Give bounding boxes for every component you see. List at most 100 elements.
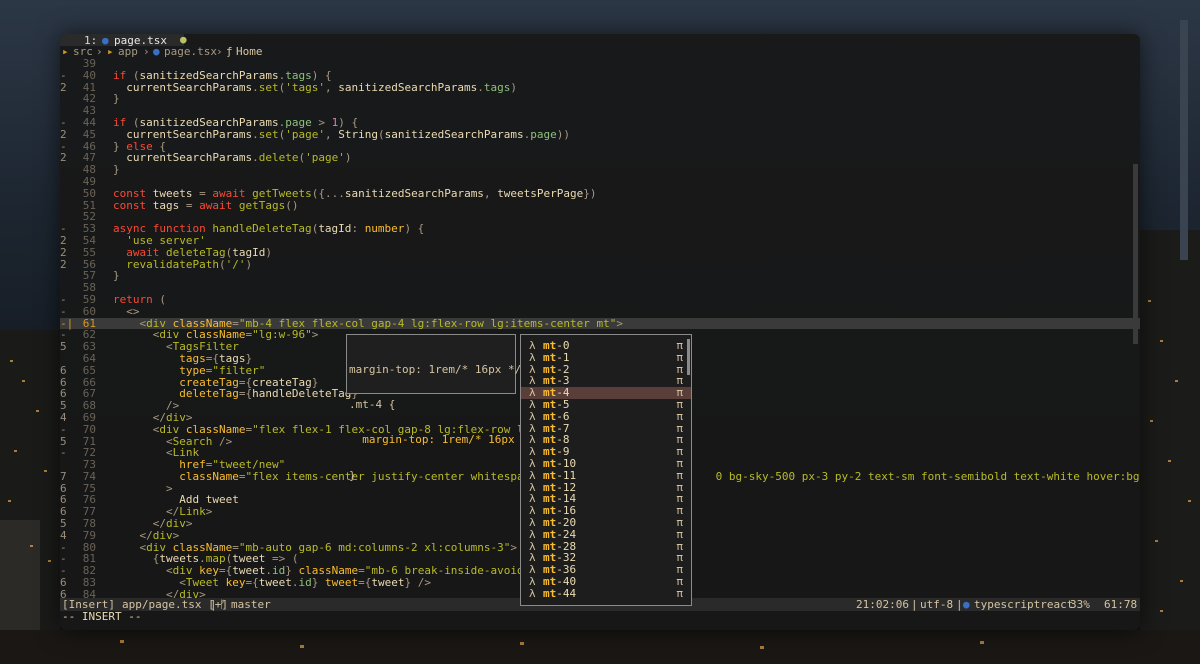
code-text: <> (126, 304, 140, 318)
mode-line: -- INSERT -- (60, 611, 1140, 623)
breadcrumb-app[interactable]: app (118, 46, 138, 58)
doc-line: margin-top: 1rem/* 16px */; (349, 433, 542, 447)
status-position: 61:78 (1104, 598, 1138, 611)
status-branch: master (231, 598, 271, 611)
code-line[interactable]: 51 const tags = await getTags() (60, 198, 1140, 212)
typescript-file-icon: ● (153, 45, 160, 58)
code-text: currentSearchParams.set('tags', sanitize… (126, 80, 518, 94)
code-line[interactable]: 48} (60, 164, 1140, 176)
breadcrumb-file[interactable]: page.tsx (164, 46, 217, 58)
lambda-icon: λ (529, 515, 536, 529)
kind-icon: π (676, 456, 683, 470)
status-separator: | (210, 598, 217, 611)
fold-gutter: 5 (60, 340, 67, 354)
code-line[interactable]: - 59 return ( (60, 294, 1140, 306)
doc-line: .mt-4 { (349, 397, 396, 411)
code-text: } (113, 269, 120, 283)
line-number: 65 (82, 363, 96, 377)
breadcrumb-symbol[interactable]: Home (236, 46, 263, 58)
code-line[interactable]: 42} (60, 93, 1140, 105)
fold-gutter: 4 (60, 528, 67, 542)
doc-line: } (349, 468, 356, 482)
completion-scrollbar[interactable] (687, 339, 690, 375)
kind-icon: π (676, 586, 683, 600)
fold-gutter: 2 (60, 245, 67, 259)
fold-gutter: 7 (60, 469, 67, 483)
lambda-icon: λ (529, 456, 536, 470)
line-number: 49 (82, 174, 96, 188)
status-time: 21:02:06 (856, 598, 909, 611)
status-filetype: typescriptreact (974, 598, 1074, 611)
insert-mode-text: -- INSERT -- (62, 610, 142, 623)
editor-scrollbar[interactable] (1133, 164, 1138, 344)
breadcrumb-separator: › (96, 45, 103, 58)
fold-gutter: 2 (60, 80, 67, 94)
kind-icon: π (676, 397, 683, 411)
breadcrumb: ▸ src › ▸ app › ● page.tsx › ƒ Home (60, 46, 1140, 58)
line-number: 50 (82, 186, 96, 200)
folder-icon: ▸ (107, 45, 114, 58)
code-text: return ( (113, 292, 166, 306)
fold-gutter: 4 (60, 410, 67, 424)
lambda-icon: λ (529, 574, 536, 588)
status-percent: 33% (1070, 598, 1090, 611)
fold-gutter: - (60, 304, 67, 318)
fold-gutter: - (60, 292, 67, 306)
lambda-icon: λ (529, 527, 536, 541)
code-line[interactable]: -53 async function handleDeleteTag(tagId:… (60, 223, 1140, 235)
line-number: 69 (82, 410, 96, 424)
doc-line: margin-top: 1rem/* 16px */; (349, 362, 528, 376)
fold-gutter: 2 (60, 233, 67, 247)
code-text: } (113, 163, 120, 177)
breadcrumb-separator: › (216, 45, 223, 58)
line-number: 44 (82, 115, 96, 129)
line-number: 55 (82, 245, 96, 259)
lambda-icon: λ (529, 397, 536, 411)
lambda-icon: λ (529, 468, 536, 482)
fold-gutter: 2 (60, 127, 67, 141)
line-number: 60 (82, 304, 96, 318)
code-line[interactable]: 2 47 currentSearchParams.delete('page') (60, 152, 1140, 164)
completion-label: mt-44 (543, 586, 577, 600)
code-text: } (113, 92, 120, 106)
documentation-popup: margin-top: 1rem/* 16px */; .mt-4 { marg… (346, 334, 541, 481)
line-number: 74 (82, 469, 96, 483)
fold-gutter: - (60, 422, 67, 436)
code-text: currentSearchParams.delete('page') (126, 151, 352, 165)
function-icon: ƒ (226, 45, 233, 58)
completion-item[interactable]: λ mt-44 π (521, 586, 691, 600)
line-number: 45 (82, 127, 96, 141)
code-text: currentSearchParams.set('page', String(s… (126, 127, 571, 141)
status-separator: | (956, 598, 963, 611)
code-line[interactable]: 2 45 currentSearchParams.set('page', Stri… (60, 127, 1140, 141)
kind-icon: π (676, 515, 683, 529)
status-encoding: utf-8 (920, 598, 954, 611)
code-line[interactable]: 2 41 currentSearchParams.set('tags', sani… (60, 80, 1140, 94)
code-line[interactable]: 2 56 revalidatePath('/') (60, 257, 1140, 271)
git-branch-icon: ᚠ (219, 598, 226, 611)
fold-gutter: 6 (60, 363, 67, 377)
fold-gutter: 2 (60, 151, 67, 165)
fold-gutter: - (60, 446, 67, 460)
line-number: 59 (82, 292, 96, 306)
line-number: 40 (82, 68, 96, 82)
line-number: 54 (82, 233, 96, 247)
code-text: const tags = await getTags() (113, 198, 299, 212)
line-number: 79 (82, 528, 96, 542)
lambda-icon: λ (529, 350, 536, 364)
completion-menu[interactable]: λ mt-0 π λ mt-1 π λ mt-2 π λ mt-3 π λ mt-4 π λ mt-5 π λ mt-… (520, 334, 692, 606)
typescript-file-icon: ● (963, 598, 970, 611)
line-number: 70 (82, 422, 96, 436)
line-number: 64 (82, 351, 96, 365)
code-line[interactable]: 57} (60, 270, 1140, 282)
lambda-icon: λ (529, 409, 536, 423)
fold-gutter: - (60, 68, 67, 82)
kind-icon: π (676, 574, 683, 588)
kind-icon: π (676, 527, 683, 541)
status-separator: | (911, 598, 918, 611)
kind-icon: π (676, 350, 683, 364)
fold-gutter: - (60, 115, 67, 129)
code-line[interactable]: 58 (60, 282, 1140, 294)
fold-gutter: 2 (60, 257, 67, 271)
code-text: revalidatePath('/') (126, 257, 253, 271)
